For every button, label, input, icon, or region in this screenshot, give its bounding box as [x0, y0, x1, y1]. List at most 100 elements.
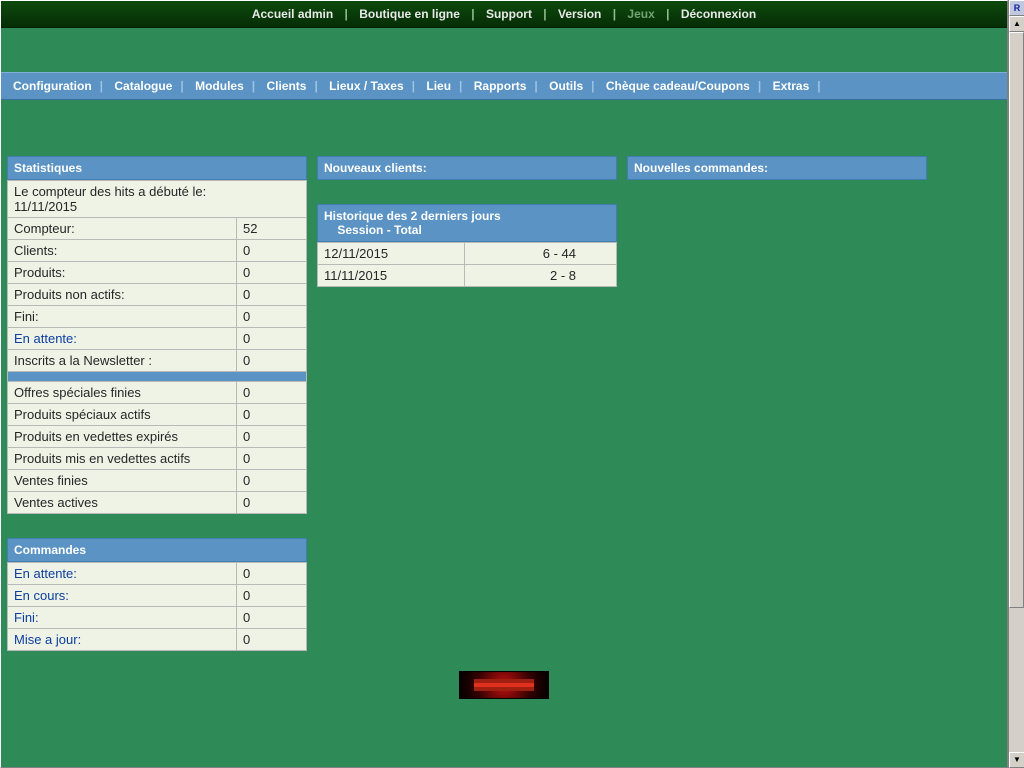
page-content: Accueil admin | Boutique en ligne | Supp… — [0, 0, 1008, 768]
table-row: Produits en vedettes expirés0 — [8, 426, 307, 448]
subnav-lieu[interactable]: Lieu — [420, 79, 457, 93]
table-row: En cours: 0 — [8, 585, 307, 607]
subnav-rapports[interactable]: Rapports — [468, 79, 533, 93]
history-panel-title: Historique des 2 derniers jours Session … — [317, 204, 617, 242]
row-value: 0 — [237, 607, 307, 629]
table-row: Ventes actives0 — [8, 492, 307, 514]
row-value: 0 — [237, 470, 307, 492]
row-link[interactable]: Mise a jour: — [14, 632, 81, 647]
subnav-cheque-cadeau[interactable]: Chèque cadeau/Coupons — [600, 79, 756, 93]
row-label: Ventes actives — [8, 492, 237, 514]
row-label: Produits spéciaux actifs — [8, 404, 237, 426]
row-label: Produits: — [8, 262, 237, 284]
nav-accueil-admin[interactable]: Accueil admin — [248, 7, 337, 21]
row-date: 12/11/2015 — [318, 243, 465, 265]
row-label: Produits non actifs: — [8, 284, 237, 306]
row-link[interactable]: En attente: — [14, 566, 77, 581]
row-value: 0 — [237, 350, 307, 372]
table-row: Compteur:52 — [8, 218, 307, 240]
nav-sep: | — [609, 7, 620, 21]
row-value: 0 — [237, 240, 307, 262]
scroll-thumb[interactable] — [1009, 32, 1024, 608]
row-value: 0 — [237, 284, 307, 306]
stats-started-row: Le compteur des hits a débuté le: 11/11/… — [8, 181, 307, 218]
nav-boutique[interactable]: Boutique en ligne — [355, 7, 464, 21]
table-row: Produits spéciaux actifs0 — [8, 404, 307, 426]
stats-started-date: 11/11/2015 — [14, 199, 77, 214]
table-row: Clients:0 — [8, 240, 307, 262]
subnav-lieux-taxes[interactable]: Lieux / Taxes — [323, 79, 409, 93]
subnav-clients[interactable]: Clients — [260, 79, 312, 93]
row-label: Produits en vedettes expirés — [8, 426, 237, 448]
vertical-scrollbar[interactable]: R ▲ ▼ — [1008, 0, 1024, 768]
header-spacer — [1, 28, 1007, 72]
window-corner-button[interactable]: R — [1009, 0, 1024, 16]
row-value: 0 — [237, 382, 307, 404]
stats-started-label: Le compteur des hits a débuté le: — [14, 184, 206, 199]
nav-deconnexion[interactable]: Déconnexion — [677, 7, 760, 21]
scroll-track[interactable] — [1009, 32, 1024, 752]
stats-panel-title: Statistiques — [7, 156, 307, 180]
sub-nav: Configuration| Catalogue| Modules| Clien… — [1, 72, 1007, 100]
scroll-up-button[interactable]: ▲ — [1009, 16, 1024, 32]
table-row: Produits mis en vedettes actifs0 — [8, 448, 307, 470]
orders-panel-title: Commandes — [7, 538, 307, 562]
row-value: 0 — [237, 262, 307, 284]
nav-sep: | — [467, 7, 478, 21]
subnav-catalogue[interactable]: Catalogue — [108, 79, 178, 93]
table-row: Produits non actifs:0 — [8, 284, 307, 306]
table-row: Produits:0 — [8, 262, 307, 284]
row-label: Produits mis en vedettes actifs — [8, 448, 237, 470]
table-row: Fini:0 — [8, 306, 307, 328]
row-label: Compteur: — [8, 218, 237, 240]
row-value: 0 — [237, 585, 307, 607]
nav-sep: | — [539, 7, 550, 21]
row-date: 11/11/2015 — [318, 265, 465, 287]
subnav-outils[interactable]: Outils — [543, 79, 589, 93]
row-value: 0 — [237, 404, 307, 426]
subnav-modules[interactable]: Modules — [189, 79, 250, 93]
row-value: 0 — [237, 306, 307, 328]
logo-graphic — [474, 683, 534, 687]
nav-version[interactable]: Version — [554, 7, 605, 21]
nav-support[interactable]: Support — [482, 7, 536, 21]
row-label: Fini: — [8, 306, 237, 328]
table-row: Fini: 0 — [8, 607, 307, 629]
table-row: En attente: 0 — [8, 328, 307, 350]
row-link[interactable]: Fini: — [14, 610, 39, 625]
row-value: 0 — [237, 492, 307, 514]
table-row: 11/11/20152 - 8 — [318, 265, 617, 287]
orders-table: En attente: 0 En cours: 0 Fini: 0 Mise a jo… — [7, 562, 307, 651]
history-table: 12/11/20156 - 44 11/11/20152 - 8 — [317, 242, 617, 287]
row-link[interactable]: En attente: — [14, 331, 77, 346]
table-row: 12/11/20156 - 44 — [318, 243, 617, 265]
top-nav: Accueil admin | Boutique en ligne | Supp… — [1, 1, 1007, 28]
nav-sep: | — [341, 7, 352, 21]
neworders-panel-title: Nouvelles commandes: — [627, 156, 927, 180]
table-row: Mise a jour: 0 — [8, 629, 307, 651]
row-link[interactable]: En cours: — [14, 588, 69, 603]
row-label: Clients: — [8, 240, 237, 262]
row-value: 0 — [237, 629, 307, 651]
row-label: Ventes finies — [8, 470, 237, 492]
footer-logo[interactable] — [459, 671, 549, 699]
newclients-panel-title: Nouveaux clients: — [317, 156, 617, 180]
row-label: Offres spéciales finies — [8, 382, 237, 404]
table-divider — [8, 372, 307, 382]
row-value: 0 — [237, 328, 307, 350]
table-row: Ventes finies0 — [8, 470, 307, 492]
table-row: En attente: 0 — [8, 563, 307, 585]
row-value: 0 — [237, 563, 307, 585]
nav-sep: | — [662, 7, 673, 21]
row-value: 6 - 44 — [464, 243, 616, 265]
scroll-down-button[interactable]: ▼ — [1009, 752, 1024, 768]
row-value: 0 — [237, 426, 307, 448]
subnav-extras[interactable]: Extras — [767, 79, 816, 93]
subnav-configuration[interactable]: Configuration — [7, 79, 98, 93]
stats-table: Le compteur des hits a débuté le: 11/11/… — [7, 180, 307, 514]
row-value: 52 — [237, 218, 307, 240]
table-row: Offres spéciales finies0 — [8, 382, 307, 404]
row-label: Inscrits a la Newsletter : — [8, 350, 237, 372]
nav-jeux[interactable]: Jeux — [623, 7, 658, 21]
table-row: Inscrits a la Newsletter :0 — [8, 350, 307, 372]
